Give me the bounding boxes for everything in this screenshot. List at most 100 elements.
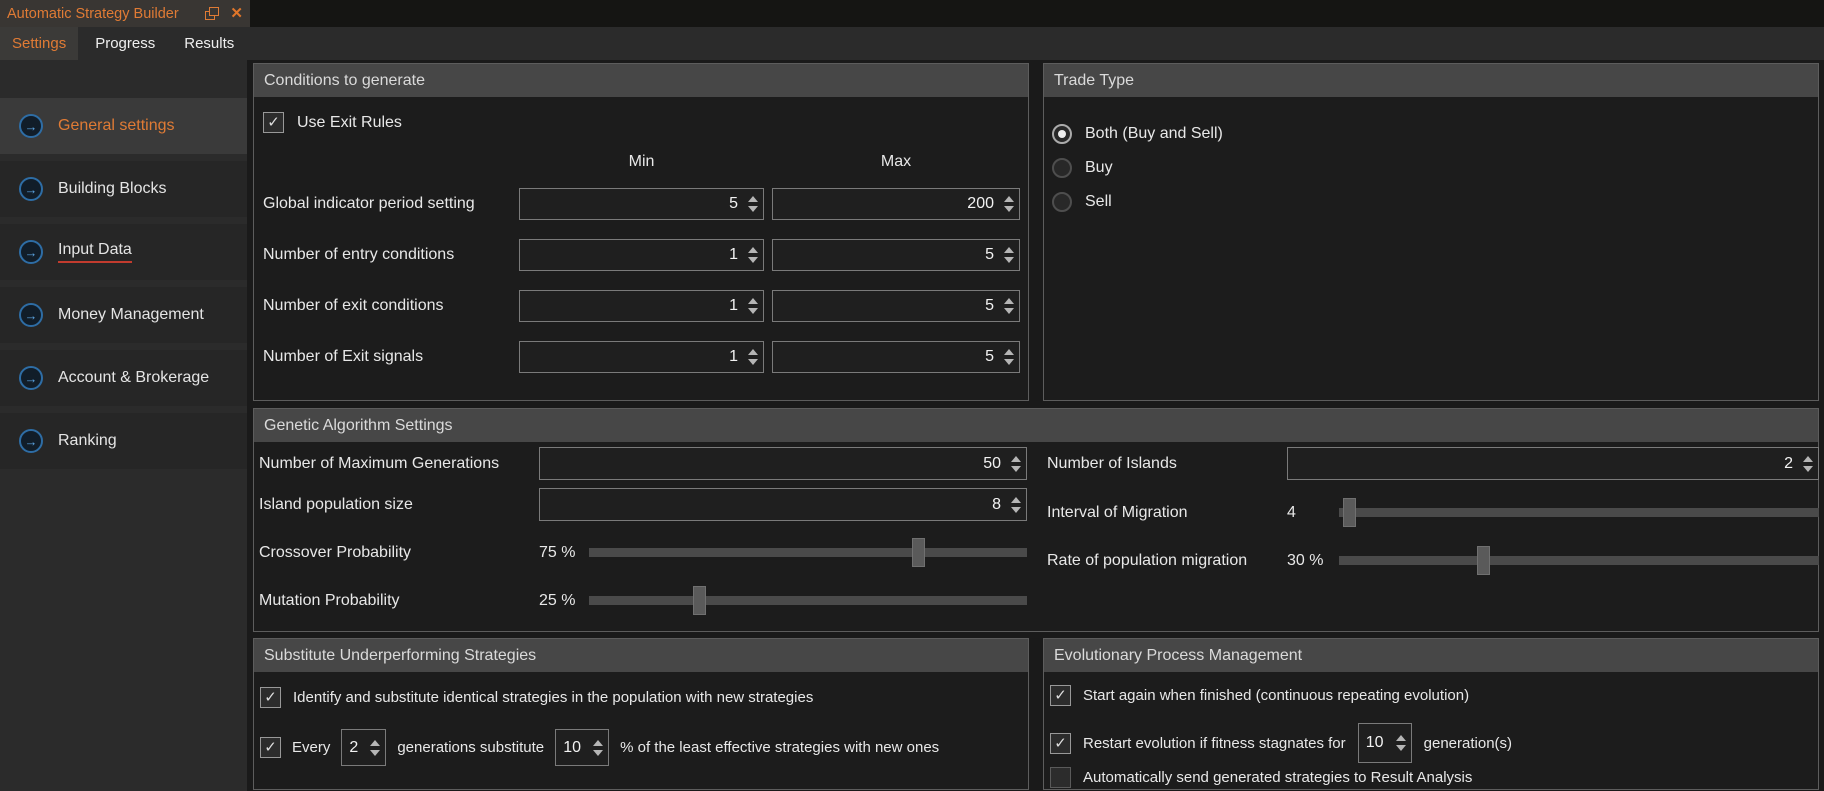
sidebar-item-building-blocks[interactable]: → Building Blocks	[0, 161, 247, 217]
spin-up-icon[interactable]	[1004, 349, 1014, 355]
spin-down-icon[interactable]	[748, 257, 758, 263]
trade-type-option-both[interactable]: Both (Buy and Sell)	[1044, 120, 1818, 148]
panel-trade-type: Trade Type Both (Buy and Sell) Buy Sell	[1043, 63, 1819, 401]
spin-up-icon[interactable]	[1011, 456, 1021, 462]
ga-row: Number of Islands 2	[1047, 447, 1819, 480]
rate-of-population-migration-slider[interactable]	[1339, 544, 1819, 577]
slider-thumb[interactable]	[1477, 546, 1490, 575]
slider-thumb[interactable]	[693, 586, 706, 615]
slider-track[interactable]	[1339, 508, 1819, 517]
slider-value: 25 %	[539, 592, 589, 610]
mutation-probability-slider[interactable]	[589, 584, 1027, 617]
sidebar: → General settings → Building Blocks → I…	[0, 60, 247, 791]
spin-down-icon[interactable]	[748, 359, 758, 365]
sidebar-item-general-settings[interactable]: → General settings	[0, 98, 247, 154]
spin-down-icon[interactable]	[593, 750, 603, 756]
substitute-every-checkbox[interactable]: ✓	[260, 737, 281, 758]
spin-down-icon[interactable]	[748, 308, 758, 314]
spin-up-icon[interactable]	[1004, 247, 1014, 253]
row-label: Number of exit conditions	[263, 297, 519, 315]
spin-up-icon[interactable]	[748, 349, 758, 355]
start-again-row: ✓ Start again when finished (continuous …	[1050, 685, 1469, 706]
global-indicator-period-max-spinner[interactable]: 200	[772, 188, 1020, 220]
trade-type-option-sell[interactable]: Sell	[1044, 188, 1818, 216]
row-text: Every	[292, 739, 330, 756]
radio-icon[interactable]	[1052, 192, 1072, 212]
exit-conditions-min-spinner[interactable]: 1	[519, 290, 764, 322]
spin-up-icon[interactable]	[370, 740, 380, 746]
radio-label: Sell	[1085, 193, 1112, 211]
restore-front-square	[209, 7, 219, 16]
identical-strategies-checkbox[interactable]: ✓	[260, 687, 281, 708]
use-exit-rules-checkbox[interactable]: ✓	[263, 112, 284, 133]
condition-row: Number of Exit signals 1 5	[263, 341, 1024, 373]
panel-header: Genetic Algorithm Settings	[254, 409, 1818, 442]
spin-down-icon[interactable]	[370, 750, 380, 756]
spin-up-icon[interactable]	[1004, 196, 1014, 202]
spin-down-icon[interactable]	[1004, 257, 1014, 263]
slider-thumb[interactable]	[1343, 498, 1356, 527]
spin-down-icon[interactable]	[1011, 507, 1021, 513]
ga-row: Island population size 8	[259, 488, 1027, 521]
slider-thumb[interactable]	[912, 538, 925, 567]
spin-up-icon[interactable]	[593, 740, 603, 746]
radio-label: Both (Buy and Sell)	[1085, 125, 1223, 143]
entry-conditions-min-spinner[interactable]: 1	[519, 239, 764, 271]
start-again-checkbox[interactable]: ✓	[1050, 685, 1071, 706]
spin-down-icon[interactable]	[1396, 745, 1406, 751]
interval-of-migration-slider[interactable]	[1339, 496, 1819, 529]
circle-arrow-icon: →	[19, 429, 43, 453]
slider-track[interactable]	[1339, 556, 1819, 565]
spin-up-icon[interactable]	[1396, 735, 1406, 741]
sidebar-item-label: Ranking	[58, 432, 117, 450]
substitute-percent-spinner[interactable]: 10	[555, 729, 609, 766]
global-indicator-period-min-spinner[interactable]: 5	[519, 188, 764, 220]
spin-up-icon[interactable]	[1011, 497, 1021, 503]
spin-down-icon[interactable]	[1011, 466, 1021, 472]
use-exit-rules-row: ✓ Use Exit Rules	[263, 112, 402, 133]
spin-up-icon[interactable]	[1803, 456, 1813, 462]
generations-interval-spinner[interactable]: 2	[341, 729, 386, 766]
auto-send-checkbox[interactable]	[1050, 767, 1071, 788]
slider-track[interactable]	[589, 596, 1027, 605]
spin-up-icon[interactable]	[748, 298, 758, 304]
check-icon: ✓	[264, 690, 277, 705]
restart-evolution-row: ✓ Restart evolution if fitness stagnates…	[1050, 723, 1512, 763]
exit-conditions-max-spinner[interactable]: 5	[772, 290, 1020, 322]
spin-up-icon[interactable]	[748, 196, 758, 202]
row-text: % of the least effective strategies with…	[620, 739, 939, 756]
spin-down-icon[interactable]	[1803, 466, 1813, 472]
window-title-tab[interactable]: Automatic Strategy Builder ✕	[0, 0, 250, 27]
panel-header: Substitute Underperforming Strategies	[254, 639, 1028, 672]
exit-signals-max-spinner[interactable]: 5	[772, 341, 1020, 373]
sidebar-item-ranking[interactable]: → Ranking	[0, 413, 247, 469]
exit-signals-min-spinner[interactable]: 1	[519, 341, 764, 373]
trade-type-option-buy[interactable]: Buy	[1044, 154, 1818, 182]
spin-down-icon[interactable]	[1004, 359, 1014, 365]
stagnation-generations-spinner[interactable]: 10	[1358, 723, 1412, 763]
sidebar-item-input-data[interactable]: → Input Data	[0, 224, 247, 280]
row-label: Rate of population migration	[1047, 552, 1287, 570]
restart-evolution-checkbox[interactable]: ✓	[1050, 733, 1071, 754]
radio-icon[interactable]	[1052, 158, 1072, 178]
row-label: Automatically send generated strategies …	[1083, 769, 1472, 786]
tab-results[interactable]: Results	[172, 27, 246, 60]
number-of-islands-spinner[interactable]: 2	[1287, 447, 1819, 480]
sidebar-item-account-brokerage[interactable]: → Account & Brokerage	[0, 350, 247, 406]
spin-down-icon[interactable]	[1004, 308, 1014, 314]
close-icon[interactable]: ✕	[230, 6, 243, 21]
entry-conditions-max-spinner[interactable]: 5	[772, 239, 1020, 271]
crossover-probability-slider[interactable]	[589, 536, 1027, 569]
radio-selected-icon[interactable]	[1052, 124, 1072, 144]
number-of-maximum-generations-spinner[interactable]: 50	[539, 447, 1027, 480]
tab-progress[interactable]: Progress	[83, 27, 167, 60]
tab-settings[interactable]: Settings	[0, 27, 78, 60]
restore-window-icon[interactable]	[204, 6, 220, 21]
island-population-size-spinner[interactable]: 8	[539, 488, 1027, 521]
spin-down-icon[interactable]	[1004, 206, 1014, 212]
spin-down-icon[interactable]	[748, 206, 758, 212]
sidebar-item-money-management[interactable]: → Money Management	[0, 287, 247, 343]
spin-up-icon[interactable]	[1004, 298, 1014, 304]
spin-up-icon[interactable]	[748, 247, 758, 253]
slider-track[interactable]	[589, 548, 1027, 557]
